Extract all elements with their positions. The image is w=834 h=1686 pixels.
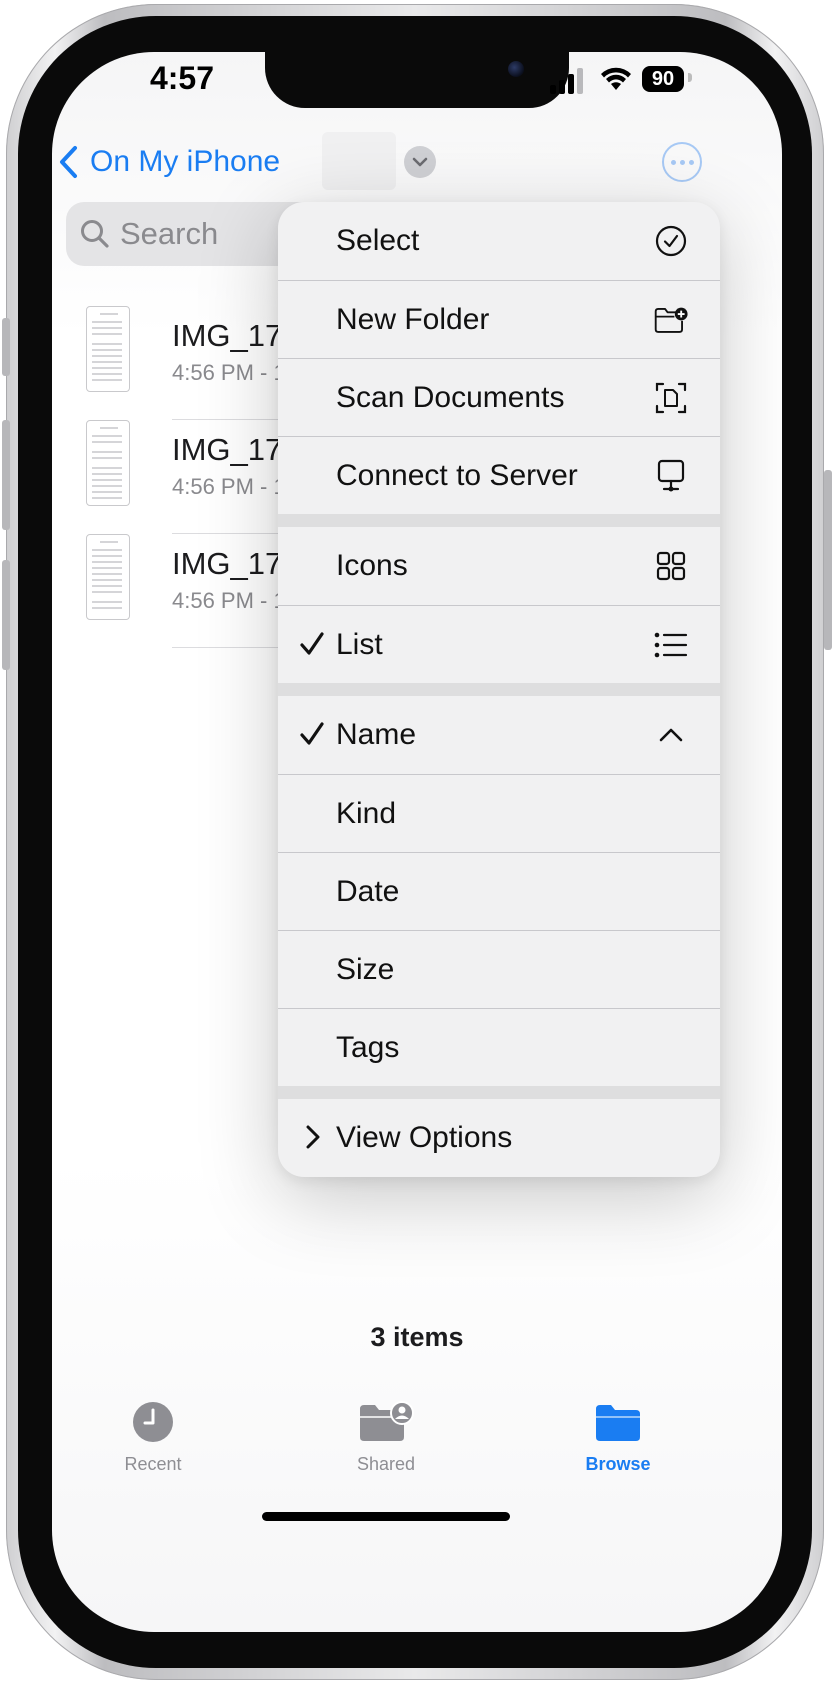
context-menu: Select New Folder Scan Documents Connect…	[278, 202, 720, 1177]
menu-item-label: List	[336, 627, 383, 661]
more-dot	[688, 159, 694, 165]
search-icon	[81, 220, 109, 248]
menu-section-separator	[278, 1086, 720, 1099]
search-placeholder: Search	[120, 216, 219, 251]
menu-item-label: Size	[336, 952, 395, 986]
checkmark-icon	[300, 719, 324, 749]
battery-cap	[688, 73, 692, 82]
menu-item-label: View Options	[336, 1121, 513, 1154]
menu-item-connect-to-server[interactable]: Connect to Server	[278, 436, 720, 514]
more-dot	[679, 159, 685, 165]
menu-item-label: Name	[336, 718, 417, 751]
file-meta: 4:56 PM - 1	[172, 474, 286, 499]
back-button[interactable]: On My iPhone	[58, 140, 280, 184]
action-button	[2, 318, 10, 376]
more-dot	[670, 159, 676, 165]
tab-shared[interactable]: Shared	[296, 1392, 476, 1475]
tab-bar: Recent Shared Browse	[52, 1392, 782, 1492]
menu-item-sort-date[interactable]: Date	[278, 852, 720, 930]
menu-item-label: Select	[336, 224, 420, 257]
tab-browse[interactable]: Browse	[528, 1392, 708, 1475]
menu-item-label: Tags	[336, 1030, 400, 1064]
menu-item-label: Kind	[336, 796, 397, 830]
power-button	[824, 470, 832, 650]
tab-label: Recent	[124, 1454, 182, 1474]
chevron-up-icon	[654, 718, 688, 752]
menu-item-view-options[interactable]: View Options	[278, 1099, 720, 1177]
menu-item-list[interactable]: List	[278, 605, 720, 683]
menu-section-separator	[278, 683, 720, 696]
checkmark-circle-icon	[654, 224, 688, 258]
menu-section-separator	[278, 514, 720, 527]
menu-item-new-folder[interactable]: New Folder	[278, 280, 720, 358]
file-thumbnail	[86, 534, 130, 620]
folder-title-area[interactable]	[322, 132, 396, 190]
tab-label: Shared	[356, 1454, 416, 1474]
front-camera	[508, 61, 524, 77]
grid-icon	[654, 549, 688, 583]
item-count: 3 items	[370, 1322, 464, 1352]
menu-item-icons[interactable]: Icons	[278, 527, 720, 605]
menu-item-label: Scan Documents	[336, 380, 565, 414]
menu-item-label: Date	[336, 874, 400, 908]
tab-recent[interactable]: Recent	[63, 1392, 243, 1475]
volume-up-button	[2, 420, 10, 530]
shared-folder-icon	[296, 1392, 476, 1452]
screen: 4:57 90 On My iPhone Search IMG_1711 4:5…	[52, 52, 782, 1632]
menu-item-label: Connect to Server	[336, 458, 578, 492]
file-thumbnail	[86, 306, 130, 392]
chevron-right-icon	[300, 1122, 324, 1152]
folder-icon	[528, 1392, 708, 1452]
chevron-down-icon	[412, 157, 428, 167]
title-menu-button[interactable]	[404, 146, 436, 178]
menu-item-sort-name[interactable]: Name	[278, 696, 720, 774]
folder-plus-icon	[654, 303, 688, 337]
checkmark-icon	[300, 629, 324, 659]
file-meta: 4:56 PM - 1	[172, 588, 286, 613]
menu-item-sort-kind[interactable]: Kind	[278, 774, 720, 852]
document-scan-icon	[654, 381, 688, 415]
battery-indicator: 90	[642, 66, 684, 92]
file-thumbnail	[86, 420, 130, 506]
menu-item-label: New Folder	[336, 302, 490, 336]
clock-icon	[63, 1392, 243, 1452]
cellular-signal-icon	[550, 64, 590, 94]
menu-item-label: Icons	[336, 549, 408, 582]
home-indicator[interactable]	[262, 1512, 510, 1521]
more-options-button[interactable]	[662, 142, 702, 182]
menu-item-scan-documents[interactable]: Scan Documents	[278, 358, 720, 436]
status-time: 4:57	[149, 60, 215, 96]
menu-item-select[interactable]: Select	[278, 202, 720, 280]
menu-item-sort-tags[interactable]: Tags	[278, 1008, 720, 1086]
list-bullet-icon	[654, 628, 688, 662]
back-label: On My iPhone	[90, 145, 281, 178]
chevron-left-icon	[60, 146, 77, 178]
wifi-icon	[601, 67, 631, 90]
dynamic-island-notch	[265, 52, 569, 108]
tab-label: Browse	[585, 1454, 651, 1474]
file-meta: 4:56 PM - 1	[172, 360, 286, 385]
menu-item-sort-size[interactable]: Size	[278, 930, 720, 1008]
volume-down-button	[2, 560, 10, 670]
server-display-icon	[654, 459, 688, 493]
